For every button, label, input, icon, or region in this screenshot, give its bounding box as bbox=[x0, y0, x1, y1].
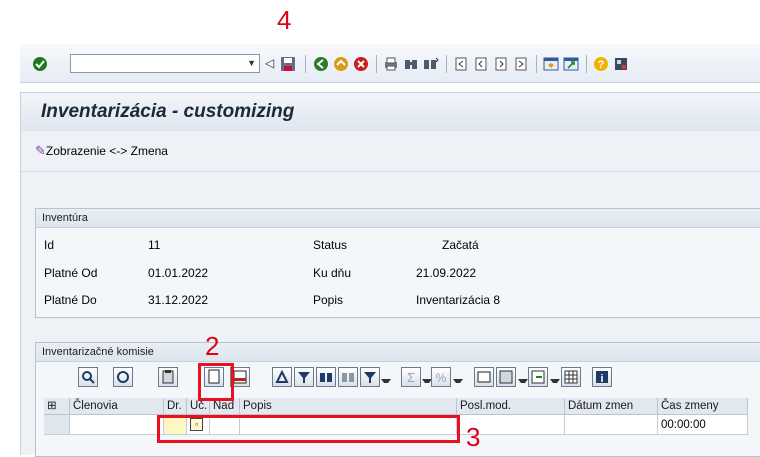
annotation-box-2 bbox=[198, 363, 234, 401]
clipboard-icon bbox=[162, 370, 174, 384]
sort-ascending-icon bbox=[275, 369, 289, 383]
column-header[interactable]: Posl.mod. bbox=[457, 398, 565, 415]
status-label: Status bbox=[313, 238, 348, 252]
export-button[interactable] bbox=[528, 367, 548, 387]
print-preview-icon bbox=[477, 371, 491, 383]
clenovia-cell[interactable] bbox=[70, 415, 164, 435]
find-button[interactable] bbox=[316, 367, 336, 387]
layout-button[interactable] bbox=[561, 367, 581, 387]
command-field[interactable]: ▼ bbox=[70, 54, 260, 73]
annotation-number-4: 4 bbox=[277, 5, 292, 35]
ku-dnu-value: 21.09.2022 bbox=[416, 266, 477, 280]
print-preview-button[interactable] bbox=[474, 367, 494, 387]
subtotal-button[interactable]: % bbox=[431, 367, 451, 387]
komisie-group-title: Inventarizačné komisie bbox=[36, 343, 760, 362]
column-header[interactable]: Členovia bbox=[70, 398, 164, 415]
svg-text:i: i bbox=[600, 373, 603, 385]
chevron-down-icon[interactable] bbox=[381, 379, 391, 387]
platne-do-label: Platné Do bbox=[44, 293, 97, 307]
first-page-icon[interactable] bbox=[453, 56, 469, 72]
funnel-icon bbox=[364, 372, 376, 383]
popis-label: Popis bbox=[313, 293, 344, 307]
grid-layout-icon bbox=[564, 370, 578, 384]
cancel-icon[interactable] bbox=[353, 56, 369, 72]
filter-button[interactable] bbox=[294, 367, 314, 387]
annotation-number-2: 2 bbox=[205, 331, 220, 361]
binoculars-next-icon bbox=[342, 373, 354, 382]
find-icon[interactable] bbox=[403, 56, 419, 72]
grid-select-all[interactable]: ⊞ bbox=[44, 398, 70, 415]
enter-icon[interactable] bbox=[32, 56, 48, 72]
export-icon bbox=[531, 370, 545, 384]
clipboard-button[interactable] bbox=[158, 367, 178, 387]
refresh-button[interactable] bbox=[113, 367, 133, 387]
annotation-box-3 bbox=[157, 415, 460, 443]
sigma-icon: Σ bbox=[407, 370, 415, 385]
info-icon: i bbox=[596, 371, 608, 385]
annotation-number-3: 3 bbox=[466, 422, 481, 452]
id-label: Id bbox=[44, 238, 55, 252]
ku-dnu-label: Ku dňu bbox=[313, 266, 352, 280]
inventura-group-title: Inventúra bbox=[36, 209, 760, 228]
next-page-icon[interactable] bbox=[493, 56, 509, 72]
column-header[interactable]: Dátum zmen bbox=[565, 398, 658, 415]
svg-text:?: ? bbox=[598, 59, 605, 71]
sum-button[interactable]: Σ bbox=[401, 367, 421, 387]
svg-text:Σ: Σ bbox=[407, 370, 415, 385]
cas-zmeny-cell: 00:00:00 bbox=[658, 415, 748, 435]
customize-layout-icon[interactable] bbox=[613, 56, 629, 72]
binoculars-icon bbox=[320, 373, 332, 382]
system-toolbar: ▼ ◁ ? bbox=[20, 44, 760, 83]
filter-icon bbox=[298, 372, 310, 383]
help-icon[interactable]: ? bbox=[593, 56, 609, 72]
chevron-down-icon[interactable]: ▼ bbox=[247, 58, 256, 68]
datum-zmen-cell bbox=[565, 415, 658, 435]
column-header[interactable]: Čas zmeny bbox=[658, 398, 748, 415]
set-filter-button[interactable] bbox=[360, 367, 380, 387]
row-selector[interactable] bbox=[44, 415, 70, 435]
column-header[interactable]: Dr. bbox=[164, 398, 187, 415]
new-session-icon[interactable] bbox=[543, 56, 559, 72]
sort-ascending-button[interactable] bbox=[272, 367, 292, 387]
application-toolbar: ✎Zobrazenie <-> Zmena bbox=[20, 131, 760, 172]
platne-do-value: 31.12.2022 bbox=[148, 293, 209, 307]
display-change-button[interactable]: ✎Zobrazenie <-> Zmena bbox=[35, 143, 168, 159]
subtotal-icon: % bbox=[436, 371, 447, 385]
content-area: Inventúra Id 11 Platné Od 01.01.2022 Pla… bbox=[20, 172, 760, 457]
popis-value: Inventarizácia 8 bbox=[416, 293, 501, 307]
column-header[interactable]: Popis bbox=[240, 398, 457, 415]
svg-text:%: % bbox=[436, 371, 447, 385]
table-settings-icon: ⊞ bbox=[47, 400, 57, 412]
chevron-down-icon[interactable] bbox=[550, 379, 560, 387]
info-button[interactable]: i bbox=[592, 367, 612, 387]
title-bar: Inventarizácia - customizing bbox=[20, 92, 760, 131]
details-button[interactable] bbox=[78, 367, 98, 387]
views-button[interactable] bbox=[496, 367, 516, 387]
find-next-icon[interactable] bbox=[423, 56, 439, 72]
refresh-icon bbox=[117, 371, 129, 383]
chevron-down-icon[interactable] bbox=[518, 379, 528, 387]
save-icon[interactable] bbox=[280, 56, 296, 72]
grid-toolbar: Σ % i bbox=[36, 363, 760, 393]
pencil-glasses-icon: ✎ bbox=[35, 143, 46, 158]
id-value: 11 bbox=[148, 238, 161, 252]
page-title: Inventarizácia - customizing bbox=[41, 101, 295, 122]
magnifier-icon bbox=[82, 371, 95, 384]
display-change-label: Zobrazenie <-> Zmena bbox=[45, 144, 168, 158]
back-icon[interactable] bbox=[313, 56, 329, 72]
last-page-icon[interactable] bbox=[513, 56, 529, 72]
inventura-group: Inventúra Id 11 Platné Od 01.01.2022 Pla… bbox=[35, 208, 760, 318]
exit-icon[interactable] bbox=[333, 56, 349, 72]
print-icon[interactable] bbox=[383, 56, 399, 72]
find-next-button[interactable] bbox=[338, 367, 358, 387]
shortcut-icon[interactable] bbox=[563, 56, 579, 72]
chevron-down-icon[interactable] bbox=[453, 379, 463, 387]
previous-page-icon[interactable] bbox=[473, 56, 489, 72]
arrow-left-icon[interactable]: ◁ bbox=[265, 56, 274, 70]
status-value: Začatá bbox=[442, 238, 479, 252]
views-icon bbox=[499, 370, 513, 384]
platne-od-label: Platné Od bbox=[44, 266, 98, 280]
platne-od-value: 01.01.2022 bbox=[148, 266, 209, 280]
